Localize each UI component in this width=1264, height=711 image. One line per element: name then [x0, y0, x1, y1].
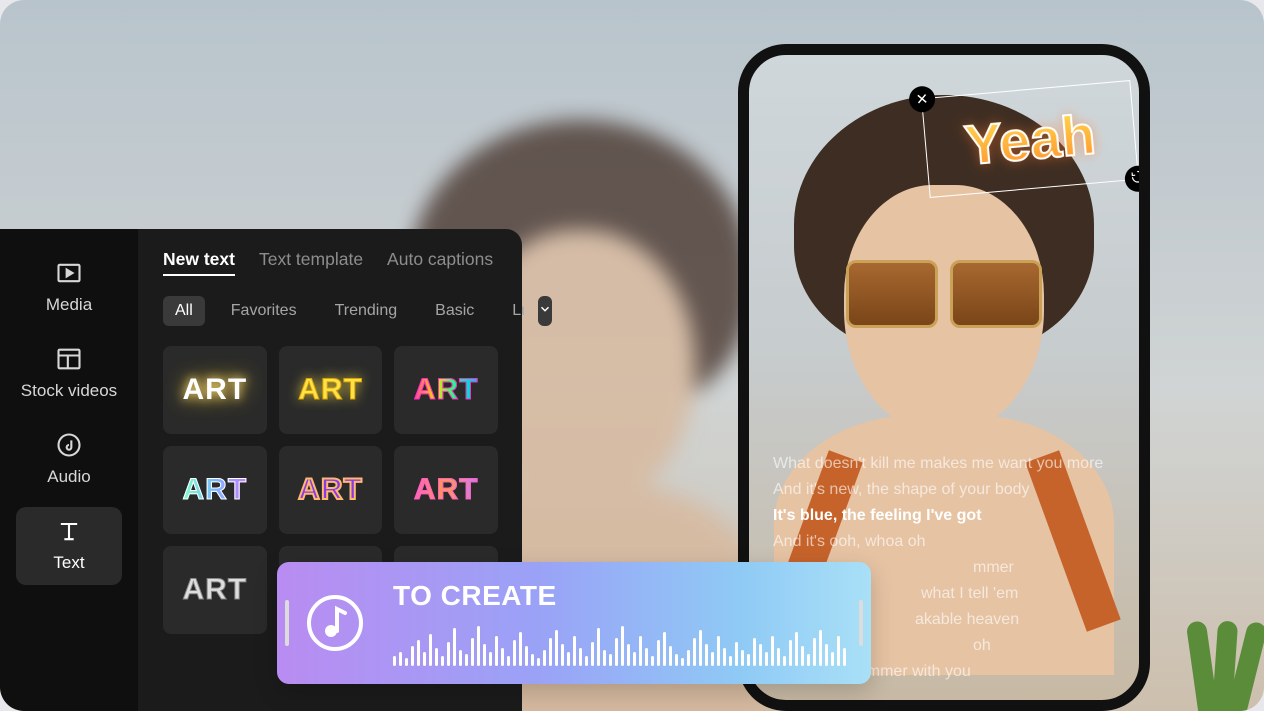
text-preset[interactable]: ART	[394, 346, 498, 434]
audio-waveform	[393, 620, 846, 666]
audio-clip-title: TO CREATE	[393, 580, 846, 612]
rotate-icon	[1130, 169, 1146, 189]
text-preset[interactable]: ART	[279, 346, 383, 434]
sidebar-item-label: Text	[53, 553, 84, 573]
sidebar-item-label: Audio	[47, 467, 90, 487]
filter-trending[interactable]: Trending	[323, 296, 410, 326]
sticker-text: Yeah	[922, 81, 1138, 199]
text-filter-row: All Favorites Trending Basic Lu	[163, 296, 498, 326]
sidebar-item-label: Media	[46, 295, 92, 315]
lyric-line: What doesn't kill me makes me want you m…	[773, 455, 1115, 473]
lyric-line-current: It's blue, the feeling I've got	[773, 507, 1115, 525]
clip-trim-handle-left[interactable]	[285, 600, 289, 646]
lyric-line: And it's ooh, whoa oh	[773, 533, 1115, 551]
chevron-down-icon	[538, 302, 552, 321]
clip-trim-handle-right[interactable]	[859, 600, 863, 646]
tool-sidebar: Media Stock videos Audio Text	[0, 229, 139, 711]
sidebar-item-label: Stock videos	[21, 381, 117, 401]
lyric-line: And it's new, the shape of your body	[773, 481, 1115, 499]
audio-icon	[55, 431, 83, 459]
editor-canvas: Media Stock videos Audio Text New text T…	[0, 0, 1264, 711]
text-preset[interactable]: ART	[279, 446, 383, 534]
sidebar-item-audio[interactable]: Audio	[16, 421, 122, 499]
text-preset[interactable]: ART	[163, 446, 267, 534]
sidebar-item-media[interactable]: Media	[16, 249, 122, 327]
tab-new-text[interactable]: New text	[163, 249, 235, 276]
filter-favorites[interactable]: Favorites	[219, 296, 309, 326]
tab-auto-captions[interactable]: Auto captions	[387, 249, 493, 276]
filters-more-button[interactable]	[538, 296, 552, 326]
text-sticker[interactable]: ✕ Yeah	[921, 80, 1139, 198]
decorative-plant	[1154, 561, 1264, 711]
music-disc-icon	[303, 591, 367, 655]
sidebar-item-stock-videos[interactable]: Stock videos	[16, 335, 122, 413]
text-preset[interactable]: ART	[394, 446, 498, 534]
filter-overflow[interactable]: Lu	[500, 296, 524, 326]
text-panel-tabs: New text Text template Auto captions	[163, 249, 498, 276]
sticker-rotate-handle[interactable]	[1124, 165, 1150, 193]
text-icon	[55, 517, 83, 545]
filter-basic[interactable]: Basic	[423, 296, 486, 326]
media-icon	[55, 259, 83, 287]
sidebar-item-text[interactable]: Text	[16, 507, 122, 585]
tab-text-template[interactable]: Text template	[259, 249, 363, 276]
layout-icon	[55, 345, 83, 373]
text-preset[interactable]: ART	[163, 346, 267, 434]
text-preset[interactable]: ART	[163, 546, 267, 634]
audio-clip-bar[interactable]: TO CREATE	[277, 562, 871, 684]
filter-all[interactable]: All	[163, 296, 205, 326]
